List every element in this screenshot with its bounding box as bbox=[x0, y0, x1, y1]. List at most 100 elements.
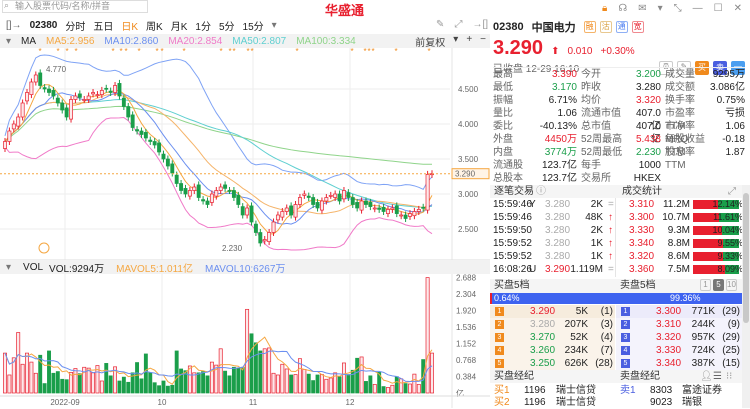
maximize-icon[interactable]: ☐ bbox=[714, 3, 723, 14]
zoom-out-icon[interactable]: − bbox=[480, 34, 486, 49]
volume-bar bbox=[403, 383, 408, 394]
stat-value: 3.320 bbox=[635, 95, 661, 106]
trade-volume: 2K bbox=[590, 225, 603, 236]
candle-up bbox=[328, 195, 333, 197]
event-marker-icon[interactable]: * bbox=[363, 48, 366, 56]
trade-type: Y bbox=[529, 199, 536, 210]
ma50-value: MA50:2.807 bbox=[232, 35, 287, 47]
stat-label: 外盘 bbox=[493, 134, 513, 145]
candle-down bbox=[394, 205, 399, 214]
event-marker-icon[interactable]: * bbox=[250, 48, 253, 56]
kline-chart[interactable]: * * * * * * * * * * * * * * * * * * * * * * *4.5004.0003.5003.… bbox=[0, 48, 490, 408]
period-tab[interactable]: 月K bbox=[171, 18, 188, 33]
ma10-value: MA10:2.860 bbox=[104, 35, 159, 47]
volume-bar bbox=[7, 374, 12, 394]
price-tick-label: 4.500 bbox=[458, 85, 479, 94]
list-icon[interactable]: ☰ bbox=[713, 370, 722, 383]
event-marker-icon[interactable]: * bbox=[350, 48, 353, 56]
sell-broker-row[interactable]: 9023 瑞银 bbox=[620, 396, 730, 409]
event-marker-icon[interactable]: * bbox=[228, 48, 231, 56]
stats-row: 流通股 123.7亿 每手 1000 bbox=[493, 159, 745, 172]
collapse-icon[interactable]: →[] bbox=[472, 19, 488, 30]
candle-up bbox=[293, 204, 298, 218]
candle-down bbox=[104, 87, 109, 90]
event-marker-icon[interactable]: * bbox=[394, 48, 397, 56]
event-marker-icon[interactable]: * bbox=[371, 48, 374, 56]
candle-down bbox=[421, 206, 426, 209]
event-marker-icon[interactable]: * bbox=[56, 48, 59, 56]
lock-icon[interactable]: 🔒︎ bbox=[602, 3, 607, 14]
volume-bar bbox=[253, 342, 258, 394]
help-icon[interactable]: ⓘ bbox=[536, 185, 546, 198]
headset-icon[interactable]: ☊ bbox=[618, 3, 627, 14]
depth-10-button[interactable]: 10 bbox=[726, 279, 737, 291]
volume-bar bbox=[364, 381, 368, 394]
person-icon[interactable]: 👤︎ bbox=[700, 370, 713, 383]
scrollbar[interactable] bbox=[742, 185, 750, 408]
search-input[interactable]: ⌕ 输入股票代码/名称/拼音 bbox=[2, 0, 148, 13]
expand-icon[interactable]: ⤢ bbox=[728, 185, 736, 198]
volume-bar bbox=[55, 371, 60, 394]
price-tick-label: 4.000 bbox=[458, 120, 479, 129]
fullscreen-icon[interactable]: ⤢ bbox=[454, 19, 462, 30]
candle-down bbox=[231, 190, 236, 198]
candle-down bbox=[117, 83, 122, 97]
level-volume: 771K bbox=[691, 306, 715, 317]
stats-row: 总股本 123.7亿 交易所 HKEX bbox=[493, 172, 745, 185]
event-marker-icon[interactable]: * bbox=[124, 48, 127, 56]
event-marker-icon[interactable]: * bbox=[246, 48, 249, 56]
candle-down bbox=[236, 195, 241, 205]
period-tab[interactable]: 15分 bbox=[243, 18, 264, 33]
period-tab[interactable]: 五日 bbox=[93, 18, 113, 33]
shrink-icon[interactable]: ⤡ bbox=[674, 3, 682, 14]
dividend-icon[interactable] bbox=[38, 242, 50, 254]
candle-up bbox=[218, 186, 223, 191]
mail-icon[interactable]: ✉ bbox=[638, 3, 646, 14]
pen-icon[interactable]: ✎ bbox=[436, 19, 444, 30]
stat-label bbox=[661, 159, 708, 172]
period-tab-selected[interactable]: 日K bbox=[121, 18, 138, 33]
chevron-down-icon[interactable]: ▾ bbox=[6, 36, 11, 47]
event-marker-icon[interactable]: * bbox=[182, 48, 185, 56]
grid-icon[interactable]: ⁝⁝ bbox=[726, 370, 732, 383]
volstat-pct: 9.55% bbox=[717, 238, 743, 248]
candle-down bbox=[364, 200, 368, 205]
event-marker-icon[interactable]: * bbox=[155, 48, 158, 56]
period-tab[interactable]: 周K bbox=[146, 18, 163, 33]
volstats-title: 成交统计 bbox=[622, 186, 662, 197]
close-icon[interactable]: ✕ bbox=[734, 3, 742, 14]
event-marker-icon[interactable]: * bbox=[74, 48, 77, 56]
zoom-in-icon[interactable]: + bbox=[466, 34, 472, 49]
scrollbar-thumb[interactable] bbox=[743, 193, 749, 323]
event-marker-icon[interactable]: * bbox=[427, 48, 430, 56]
level-number: 2 bbox=[495, 320, 504, 329]
event-marker-icon[interactable]: * bbox=[119, 48, 122, 56]
candle-down bbox=[157, 142, 162, 153]
event-marker-icon[interactable]: * bbox=[38, 48, 41, 56]
price-tick-label: 2.500 bbox=[458, 225, 479, 234]
level-price: 3.320 bbox=[656, 332, 682, 343]
shirt-icon[interactable]: ▾ bbox=[658, 3, 663, 14]
event-marker-icon[interactable]: * bbox=[232, 48, 235, 56]
chevron-down-icon[interactable]: ▾ bbox=[453, 34, 458, 49]
period-tab[interactable]: 1分 bbox=[195, 18, 211, 33]
event-marker-icon[interactable]: * bbox=[295, 48, 298, 56]
event-marker-icon[interactable]: * bbox=[367, 48, 370, 56]
volume-bar bbox=[249, 333, 254, 394]
event-marker-icon[interactable]: * bbox=[137, 48, 140, 56]
level-price: 3.310 bbox=[656, 319, 682, 330]
buy-broker-row[interactable]: 买2 1196 瑞士信贷 bbox=[494, 396, 604, 409]
sidebar-toggle-icon[interactable]: []→ bbox=[6, 20, 22, 31]
period-tab[interactable]: 分时 bbox=[65, 18, 85, 33]
chevron-down-icon[interactable]: ▾ bbox=[6, 262, 11, 273]
minimize-icon[interactable]: — bbox=[693, 3, 703, 14]
event-marker-icon[interactable]: * bbox=[219, 48, 222, 56]
event-marker-icon[interactable]: * bbox=[65, 48, 68, 56]
period-tab[interactable]: 5分 bbox=[219, 18, 235, 33]
adjust-select[interactable]: 前复权 bbox=[415, 34, 445, 49]
depth-5-button[interactable]: 5 bbox=[713, 279, 724, 291]
event-marker-icon[interactable]: * bbox=[111, 48, 114, 56]
depth-1-button[interactable]: 1 bbox=[700, 279, 711, 291]
chevron-down-icon[interactable]: ▾ bbox=[272, 20, 277, 31]
event-marker-icon[interactable]: * bbox=[160, 48, 163, 56]
